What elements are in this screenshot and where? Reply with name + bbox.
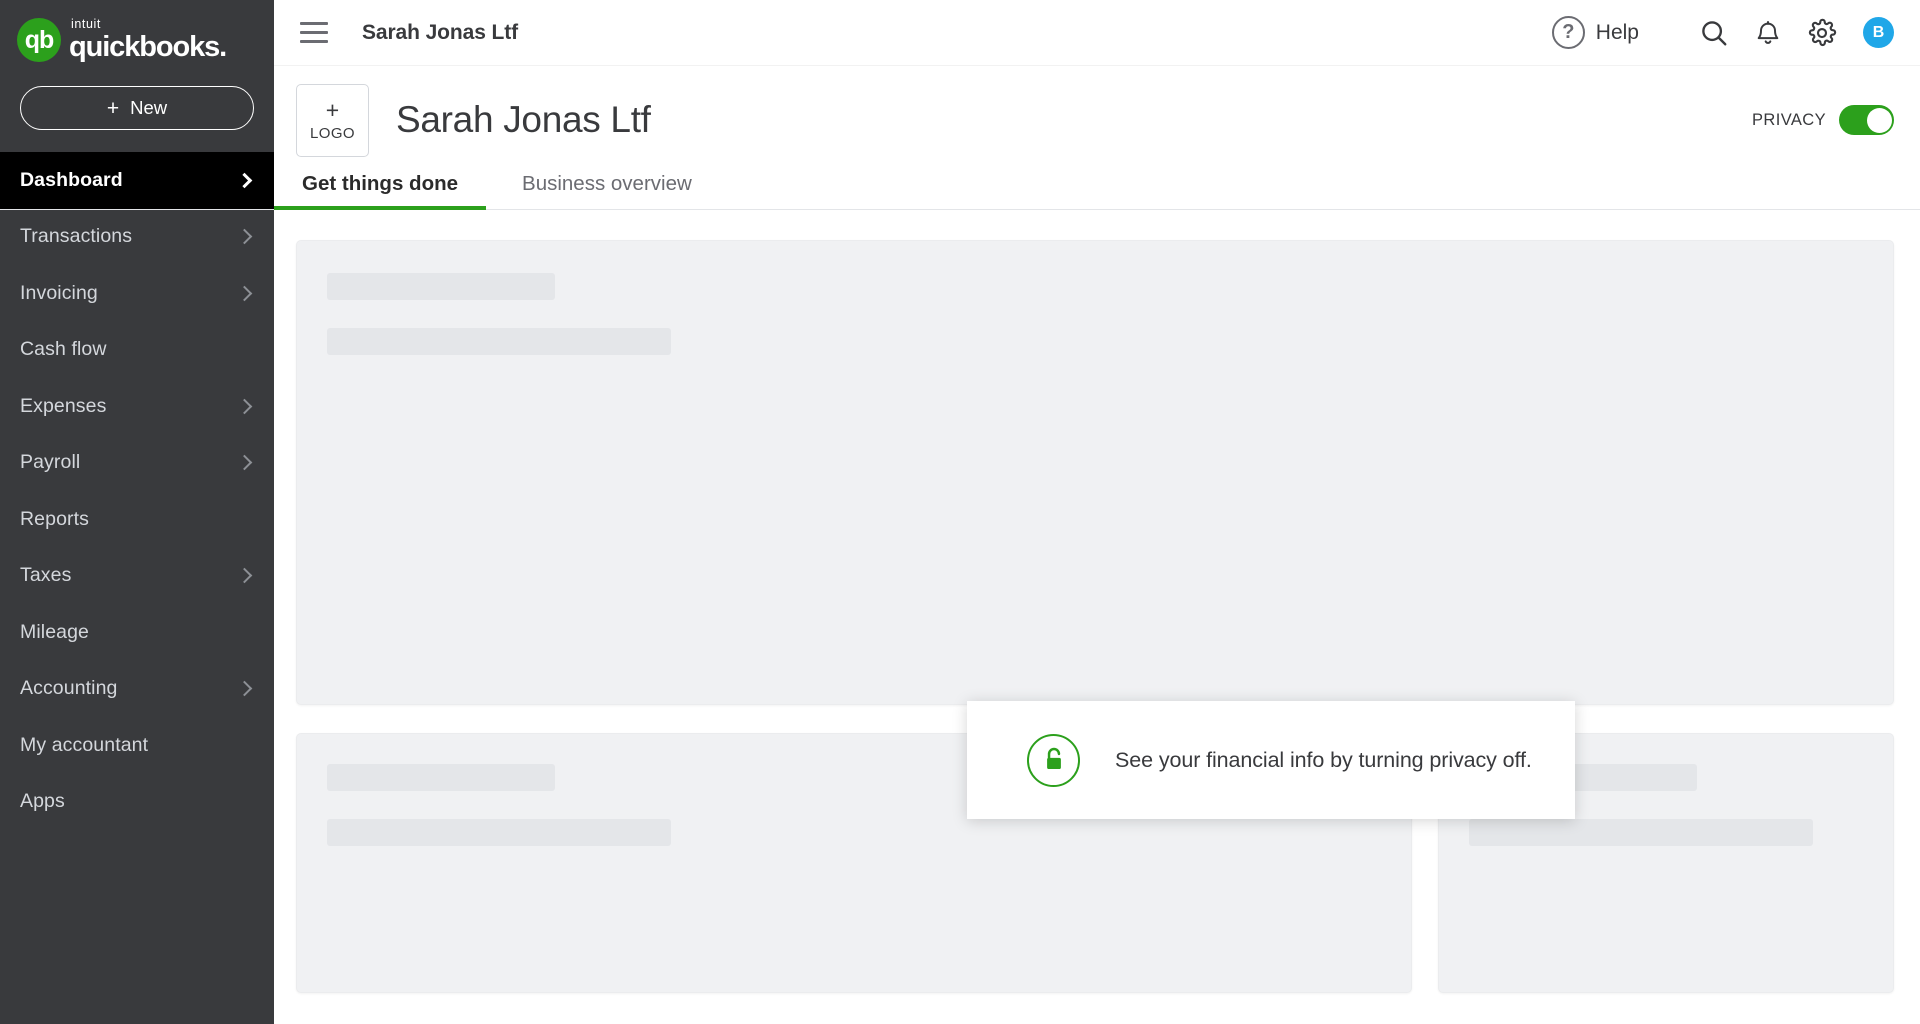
privacy-toggle[interactable] (1839, 105, 1894, 135)
brand-wordmark: intuit quickbooks. (69, 17, 227, 63)
intuit-wordmark: intuit (71, 17, 102, 32)
quickbooks-app: qb intuit quickbooks. + New Dashboard Tra… (0, 0, 1920, 1024)
notifications-button[interactable] (1741, 6, 1795, 60)
privacy-label: PRIVACY (1751, 110, 1826, 129)
top-bar: Sarah Jonas Ltf ? Help B (274, 0, 1920, 66)
help-button[interactable]: ? Help (1551, 16, 1639, 49)
lock-icon-circle (1027, 733, 1080, 787)
main-area: Sarah Jonas Ltf ? Help B + LOGO Sarah Jo… (0, 0, 1920, 1024)
settings-button[interactable] (1795, 6, 1849, 60)
quickbooks-mark-icon: qb (17, 18, 61, 62)
search-button[interactable] (1687, 6, 1741, 60)
user-avatar[interactable]: B (1863, 17, 1894, 48)
skeleton-bar (327, 328, 671, 355)
search-icon (1702, 20, 1727, 45)
quickbooks-wordmark: quickbooks. (69, 30, 227, 63)
hamburger-menu-icon[interactable] (300, 22, 328, 43)
privacy-control: PRIVACY (1752, 105, 1894, 135)
widget-card-primary (296, 240, 1894, 705)
lock-icon (1046, 747, 1061, 770)
help-label: Help (1595, 20, 1639, 44)
help-question-icon: ? (1551, 16, 1585, 49)
quickbooks-mark-letters: qb (24, 25, 55, 54)
privacy-toggle-knob (1866, 107, 1892, 133)
topbar-company-title: Sarah Jonas Ltf (362, 20, 519, 44)
page-title: Sarah Jonas Ltf (396, 99, 651, 140)
company-header-row: + LOGO Sarah Jonas Ltf PRIVACY (0, 66, 1920, 157)
tab-business-overview[interactable]: Business overview (516, 172, 698, 209)
tab-get-things-done[interactable]: Get things done (273, 172, 487, 211)
skeleton-bar (327, 819, 671, 846)
privacy-info-modal: See your financial info by turning priva… (967, 701, 1575, 819)
add-logo-plus-icon: + (325, 96, 340, 123)
dashboard-tabs: Get things done Business overview (0, 152, 1920, 211)
gear-icon (1808, 18, 1837, 46)
company-identity: + LOGO Sarah Jonas Ltf (296, 83, 651, 157)
skeleton-bar (1469, 819, 1813, 846)
add-logo-label: LOGO (310, 124, 355, 142)
skeleton-bar (327, 764, 555, 791)
topbar-actions: ? Help B (1551, 6, 1898, 60)
bell-icon (1757, 20, 1779, 44)
privacy-modal-message: See your financial info by turning priva… (1115, 747, 1532, 772)
skeleton-bar (327, 273, 555, 300)
add-logo-button[interactable]: + LOGO (296, 83, 369, 157)
dashboard-content (0, 210, 1920, 993)
